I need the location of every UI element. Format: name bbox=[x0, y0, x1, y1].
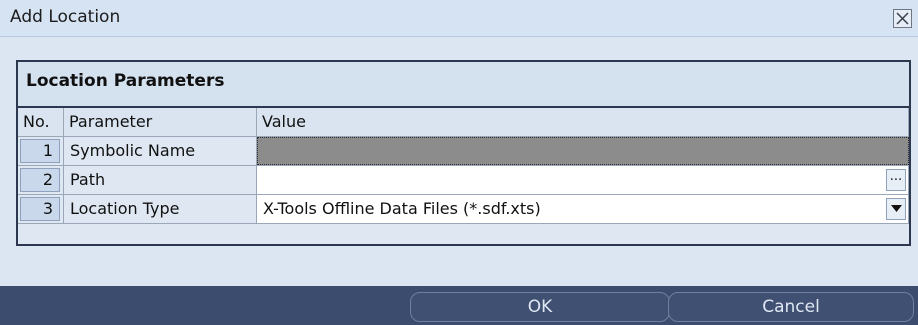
add-location-dialog: Add Location Location Parameters No. Par… bbox=[0, 0, 918, 325]
chevron-down-icon bbox=[891, 205, 902, 212]
location-parameters-section: Location Parameters No. Parameter Value … bbox=[16, 60, 911, 246]
grid-header-row: No. Parameter Value bbox=[18, 108, 909, 137]
row-number[interactable]: 1 bbox=[20, 139, 60, 163]
parameter-name: Symbolic Name bbox=[64, 137, 257, 165]
ok-button[interactable]: OK bbox=[410, 292, 670, 322]
column-header-no: No. bbox=[18, 108, 64, 136]
parameter-name: Path bbox=[64, 166, 257, 194]
section-title: Location Parameters bbox=[26, 71, 225, 91]
symbolic-name-field[interactable] bbox=[257, 137, 909, 165]
table-row: 1 Symbolic Name bbox=[18, 137, 909, 166]
parameter-name: Location Type bbox=[64, 195, 257, 223]
row-number[interactable]: 2 bbox=[20, 168, 60, 192]
title-bar: Add Location bbox=[0, 0, 918, 37]
row-number[interactable]: 3 bbox=[20, 197, 60, 221]
section-header: Location Parameters bbox=[18, 62, 909, 108]
table-row: 2 Path ... bbox=[18, 166, 909, 195]
path-field[interactable]: ... bbox=[257, 166, 909, 194]
dialog-footer: OK Cancel bbox=[0, 286, 918, 325]
table-row: 3 Location Type X-Tools Offline Data Fil… bbox=[18, 195, 909, 224]
row-number-cell: 3 bbox=[18, 195, 64, 223]
row-number-cell: 1 bbox=[18, 137, 64, 165]
window-title: Add Location bbox=[10, 7, 121, 27]
cancel-button[interactable]: Cancel bbox=[668, 292, 914, 322]
close-button[interactable] bbox=[893, 9, 912, 28]
location-type-select[interactable]: X-Tools Offline Data Files (*.sdf.xts) bbox=[257, 195, 909, 223]
close-icon bbox=[896, 12, 909, 25]
location-type-value: X-Tools Offline Data Files (*.sdf.xts) bbox=[263, 199, 541, 218]
column-header-parameter: Parameter bbox=[64, 108, 257, 136]
column-header-value: Value bbox=[257, 108, 909, 136]
row-number-cell: 2 bbox=[18, 166, 64, 194]
browse-path-button[interactable]: ... bbox=[886, 169, 906, 191]
location-type-dropdown-button[interactable] bbox=[886, 198, 906, 220]
